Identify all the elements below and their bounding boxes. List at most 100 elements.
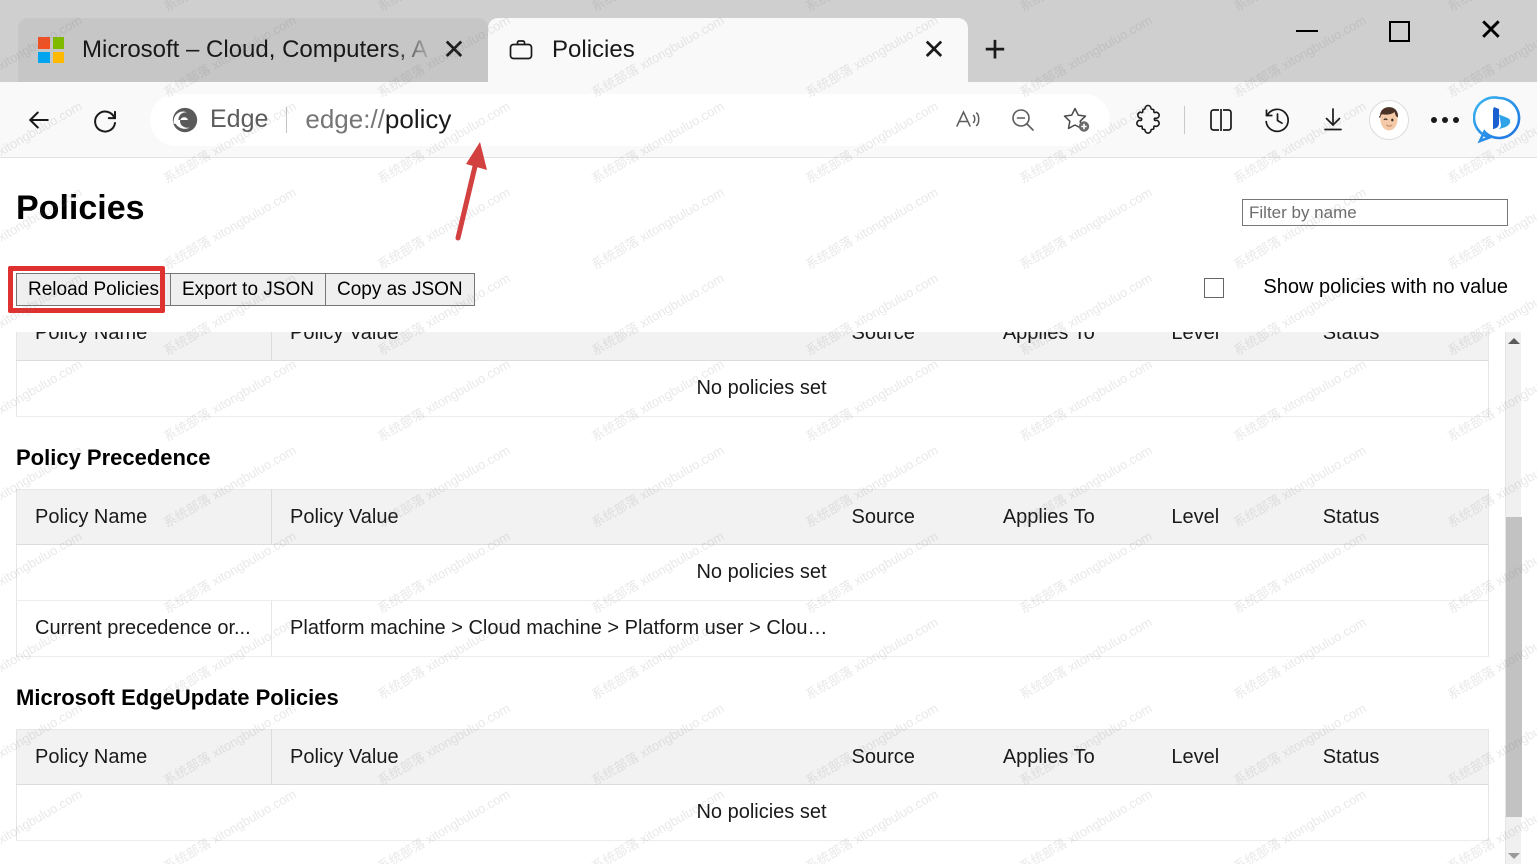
refresh-button[interactable]	[78, 93, 132, 147]
omnibox-actions	[942, 96, 1104, 144]
browser-tab-microsoft[interactable]: Microsoft – Cloud, Computers, A ✕	[18, 18, 488, 82]
column-status: Status	[1304, 729, 1489, 785]
scroll-up-arrow-icon	[1508, 337, 1520, 344]
empty-message: No policies set	[16, 544, 1489, 601]
address-bar[interactable]: Edge edge://policy	[150, 93, 1110, 146]
close-icon[interactable]: ✕	[434, 30, 474, 70]
extensions-button[interactable]	[1120, 93, 1176, 147]
history-icon	[1265, 108, 1289, 132]
table-row: Current precedence or... Platform machin…	[16, 600, 1489, 657]
cell-status	[1304, 600, 1489, 657]
table-row-empty: No policies set	[16, 544, 1489, 601]
avatar	[1369, 99, 1409, 140]
column-level: Level	[1153, 332, 1305, 361]
column-status: Status	[1304, 489, 1489, 545]
cell-policy-name: Current precedence or...	[16, 600, 273, 657]
policy-tables-scroll-area: Policy Name Policy Value Source Applies …	[0, 332, 1521, 864]
close-window-button[interactable]: ✕	[1445, 0, 1537, 62]
profile-button[interactable]	[1361, 93, 1417, 147]
export-to-json-button[interactable]: Export to JSON	[169, 273, 326, 306]
empty-message: No policies set	[16, 360, 1489, 417]
column-source: Source	[833, 332, 985, 361]
tab-title: Microsoft – Cloud, Computers, A	[82, 36, 428, 63]
column-source: Source	[833, 489, 985, 545]
back-arrow-icon	[29, 111, 49, 128]
maximize-button[interactable]	[1353, 0, 1445, 62]
page-content: Policies Reload Policies Export to JSON …	[0, 159, 1537, 864]
zoom-out-button[interactable]	[996, 96, 1050, 144]
divider	[286, 106, 288, 133]
policy-table-precedence: Policy Name Policy Value Source Applies …	[16, 489, 1489, 657]
settings-and-more-button[interactable]	[1417, 93, 1473, 147]
close-icon: ✕	[1478, 14, 1504, 47]
browser-toolbar: Edge edge://policy	[0, 82, 1537, 158]
url-path: policy	[384, 104, 452, 134]
cell-source	[833, 600, 985, 657]
refresh-icon	[94, 110, 116, 132]
bing-copilot-icon	[1473, 95, 1521, 143]
page-title: Policies	[16, 189, 145, 227]
filter-input[interactable]	[1242, 199, 1508, 226]
more-options-icon	[1431, 116, 1459, 123]
scroll-down-button[interactable]	[1506, 847, 1522, 864]
show-no-value-row[interactable]: Show policies with no value	[1204, 276, 1508, 299]
plus-icon: +	[983, 29, 1007, 71]
column-policy-name: Policy Name	[16, 729, 273, 785]
title-bar: Microsoft – Cloud, Computers, A ✕ Polici…	[0, 0, 1537, 82]
minimize-button[interactable]	[1261, 0, 1353, 62]
edge-brand-label: Edge	[210, 105, 269, 133]
copy-as-json-button[interactable]: Copy as JSON	[324, 273, 475, 306]
show-no-value-label: Show policies with no value	[1263, 276, 1508, 298]
column-level: Level	[1153, 729, 1305, 785]
column-source: Source	[833, 729, 985, 785]
scrollbar-thumb[interactable]	[1506, 517, 1522, 817]
cell-applies-to	[984, 600, 1154, 657]
extensions-puzzle-icon	[1136, 104, 1160, 134]
new-tab-button[interactable]: +	[968, 23, 1022, 77]
section-heading-edgeupdate: Microsoft EdgeUpdate Policies	[16, 685, 339, 710]
read-aloud-button[interactable]	[942, 96, 996, 144]
window-controls: ✕	[1261, 0, 1537, 62]
add-favorite-button[interactable]	[1050, 96, 1104, 144]
table-header-row: Policy Name Policy Value Source Applies …	[16, 332, 1489, 361]
url-text: edge://policy	[305, 104, 942, 135]
reload-policies-button[interactable]: Reload Policies	[16, 273, 171, 306]
column-applies-to: Applies To	[984, 489, 1154, 545]
action-buttons: Reload Policies Export to JSON Copy as J…	[16, 273, 475, 306]
column-status: Status	[1304, 332, 1489, 361]
column-policy-name: Policy Name	[16, 489, 273, 545]
policy-table-edgeupdate: Policy Name Policy Value Source Applies …	[16, 729, 1489, 841]
column-policy-name: Policy Name	[16, 332, 273, 361]
tab-strip: Microsoft – Cloud, Computers, A ✕ Polici…	[0, 0, 1022, 82]
column-applies-to: Applies To	[984, 332, 1154, 361]
scroll-down-arrow-icon	[1508, 852, 1520, 859]
edge-logo-icon	[172, 107, 198, 132]
cell-policy-value: Platform machine > Cloud machine > Platf…	[271, 600, 834, 657]
edge-brand: Edge	[170, 105, 268, 135]
tab-title: Policies	[552, 36, 635, 63]
downloads-button[interactable]	[1305, 93, 1361, 147]
back-button[interactable]	[12, 93, 66, 147]
microsoft-logo-icon	[34, 33, 68, 67]
empty-message: No policies set	[16, 784, 1489, 841]
url-scheme: edge://	[305, 104, 385, 134]
column-applies-to: Applies To	[984, 729, 1154, 785]
column-policy-value: Policy Value	[271, 729, 834, 785]
scroll-up-button[interactable]	[1506, 332, 1522, 349]
split-screen-icon	[1210, 108, 1232, 131]
close-icon[interactable]: ✕	[914, 30, 954, 70]
maximize-icon	[1388, 20, 1410, 42]
column-policy-value: Policy Value	[271, 489, 834, 545]
column-level: Level	[1153, 489, 1305, 545]
browser-tab-policies[interactable]: Policies ✕	[488, 18, 968, 82]
history-button[interactable]	[1249, 93, 1305, 147]
vertical-scrollbar[interactable]	[1505, 332, 1522, 864]
section-heading-policy-precedence: Policy Precedence	[16, 445, 211, 470]
briefcase-icon	[504, 33, 538, 67]
copilot-button[interactable]	[1473, 94, 1525, 146]
table-header-row: Policy Name Policy Value Source Applies …	[16, 489, 1489, 545]
show-no-value-checkbox[interactable]	[1204, 277, 1225, 298]
policy-table-clipped: Policy Name Policy Value Source Applies …	[16, 332, 1489, 417]
table-header-row: Policy Name Policy Value Source Applies …	[16, 729, 1489, 785]
split-screen-button[interactable]	[1193, 93, 1249, 147]
